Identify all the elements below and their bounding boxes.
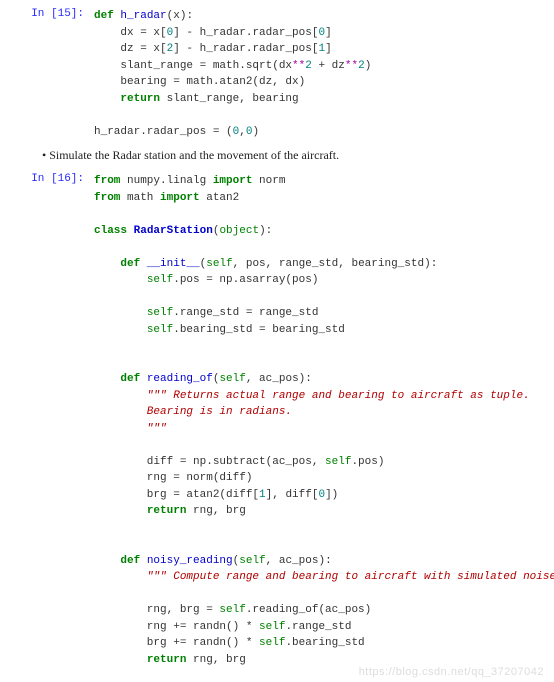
fn-h-radar: h_radar: [120, 10, 166, 22]
t: ] - h_radar.radar_pos[: [173, 27, 318, 39]
code-cell-16: In [16]: from numpy.linalg import norm f…: [12, 173, 542, 668]
line: diff = np.subtract(ac_pos,: [94, 456, 325, 468]
line: rng += randn() *: [94, 621, 259, 633]
t: ,: [239, 126, 246, 138]
code-block-15: def h_radar(x): dx = x[0] - h_radar.rada…: [94, 8, 371, 140]
line: dx = x[: [94, 27, 167, 39]
line: slant_range = math.sqrt(dx: [94, 60, 292, 72]
t: norm: [252, 175, 285, 187]
t: , ac_pos):: [246, 373, 312, 385]
code-block-16: from numpy.linalg import norm from math …: [94, 173, 554, 668]
t: ): [252, 126, 259, 138]
t: atan2: [200, 192, 240, 204]
kw-import: import: [160, 192, 200, 204]
indent: [94, 258, 120, 270]
kw-self: self: [259, 621, 285, 633]
kw-self: self: [219, 373, 245, 385]
kw-self: self: [206, 258, 232, 270]
indent: [94, 373, 120, 385]
t: ] - h_radar.radar_pos[: [173, 43, 318, 55]
code-cell-15: In [15]: def h_radar(x): dx = x[0] - h_r…: [12, 8, 542, 140]
line: brg += randn() *: [94, 637, 259, 649]
indent: [94, 274, 147, 286]
t: ]: [325, 43, 332, 55]
indent: [94, 654, 147, 666]
line: rng, brg =: [94, 604, 219, 616]
sig: (x):: [167, 10, 193, 22]
t: ): [365, 60, 372, 72]
kw-self: self: [147, 324, 173, 336]
kw-object: object: [219, 225, 259, 237]
kw-return: return: [120, 93, 160, 105]
line: h_radar.radar_pos = (: [94, 126, 233, 138]
docstring: """ Compute range and bearing to aircraf…: [147, 571, 554, 583]
cls-radarstation: RadarStation: [134, 225, 213, 237]
docstring: """: [94, 423, 167, 435]
t: , ac_pos):: [266, 555, 332, 567]
line: dz = x[: [94, 43, 167, 55]
t: rng, brg: [186, 505, 245, 517]
num: 2: [358, 60, 365, 72]
kw-def: def: [120, 373, 140, 385]
kw-self: self: [325, 456, 351, 468]
kw-self: self: [239, 555, 265, 567]
docstring: """ Returns actual range and bearing to …: [147, 390, 530, 402]
op: **: [292, 60, 305, 72]
t: + dz: [312, 60, 345, 72]
t: ]: [325, 27, 332, 39]
line: rng = norm(diff): [94, 472, 252, 484]
indent: [94, 571, 147, 583]
kw-def: def: [94, 10, 114, 22]
num: 1: [259, 489, 266, 501]
t: ):: [259, 225, 272, 237]
indent: [94, 555, 120, 567]
kw-self: self: [219, 604, 245, 616]
t: .range_std = range_std: [173, 307, 318, 319]
t: [127, 225, 134, 237]
t: .reading_of(ac_pos): [246, 604, 371, 616]
prompt-in-15: In [15]:: [12, 8, 94, 140]
kw-def: def: [120, 258, 140, 270]
fn-noisy-reading: noisy_reading: [140, 555, 232, 567]
t: ], diff[: [266, 489, 319, 501]
t: slant_range, bearing: [160, 93, 299, 105]
indent: [94, 93, 120, 105]
t: .bearing_std = bearing_std: [173, 324, 345, 336]
t: .pos): [351, 456, 384, 468]
kw-class: class: [94, 225, 127, 237]
watermark-text: https://blog.csdn.net/qq_37207042: [359, 666, 544, 678]
op: **: [345, 60, 358, 72]
indent: [94, 505, 147, 517]
line: bearing = math.atan2(dz, dx): [94, 76, 305, 88]
indent: [94, 324, 147, 336]
kw-return: return: [147, 654, 187, 666]
prompt-in-16: In [16]:: [12, 173, 94, 668]
kw-from: from: [94, 175, 120, 187]
t: math: [120, 192, 160, 204]
t: numpy.linalg: [120, 175, 212, 187]
indent: [94, 390, 147, 402]
kw-def: def: [120, 555, 140, 567]
kw-self: self: [259, 637, 285, 649]
line: brg = atan2(diff[: [94, 489, 259, 501]
t: , pos, range_std, bearing_std):: [233, 258, 438, 270]
t: .pos = np.asarray(pos): [173, 274, 318, 286]
num: 2: [305, 60, 312, 72]
indent: [94, 307, 147, 319]
t: rng, brg: [186, 654, 245, 666]
docstring: Bearing is in radians.: [94, 406, 292, 418]
kw-from: from: [94, 192, 120, 204]
fn-reading-of: reading_of: [140, 373, 213, 385]
kw-return: return: [147, 505, 187, 517]
kw-self: self: [147, 274, 173, 286]
markdown-text: Simulate the Radar station and the movem…: [42, 148, 542, 163]
kw-import: import: [213, 175, 253, 187]
t: .range_std: [285, 621, 351, 633]
t: .bearing_std: [285, 637, 364, 649]
kw-self: self: [147, 307, 173, 319]
t: ]): [325, 489, 338, 501]
fn-init: __init__: [140, 258, 199, 270]
